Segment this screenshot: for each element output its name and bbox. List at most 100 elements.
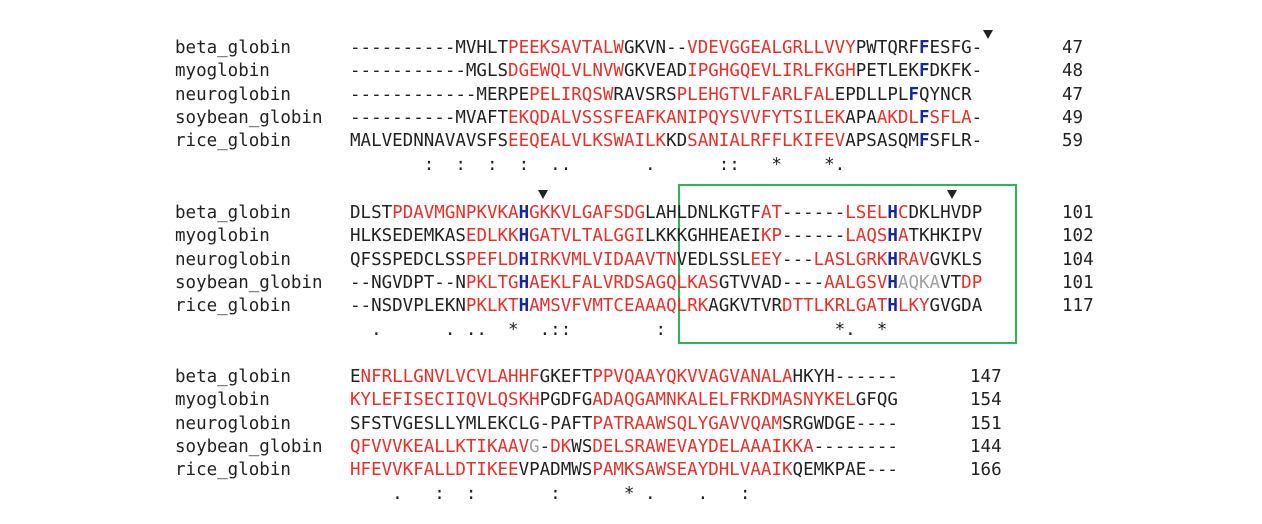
residue-segment: PATRAAWSQLYGAVVQAM [592, 413, 782, 434]
residue-segment: QEMKPAE--- [792, 460, 898, 481]
residue-segment: SFLA [929, 107, 972, 128]
sequence-name: myoglobin [175, 226, 270, 247]
residue-segment: G [529, 436, 540, 457]
residue-segment: DK [550, 436, 572, 457]
residue-segment: - [539, 436, 551, 457]
residue-segment: EKQDALVSSSFEAFKA [508, 107, 677, 128]
residue-segment: APA [845, 107, 877, 128]
residue-segment: H [518, 296, 530, 317]
residue-segment: AGQLKAS [645, 272, 719, 293]
sequence-residues: ------------MERPEPELIRQSWRAVSRSPLEHGTVLF… [350, 85, 972, 105]
sequence-residues: ----------MVAFTEKQDALVSSSFEAFKANIPQYSVVF… [350, 108, 982, 128]
residue-segment: PELIRQSW [529, 84, 614, 105]
residue-segment: F [918, 107, 930, 128]
residue-segment: NFRLLGNVLVCVLAHHF [360, 367, 540, 387]
residue-segment: VEDLSSL [676, 249, 751, 270]
sequence-residues: MALVEDNNAVAVSFSEEQEALVLKSWAILKKDSANIALRF… [350, 131, 982, 151]
sequence-position-number: 166 [970, 460, 1002, 481]
residue-segment: MALVEDNNAVAVSFS [350, 131, 509, 152]
residue-segment: F [918, 38, 930, 58]
residue-segment: EDLKK [465, 226, 519, 247]
residue-segment: - [971, 107, 983, 128]
sequence-name: beta_globin [175, 367, 291, 387]
sequence-name: rice_globin [175, 131, 291, 152]
residue-segment: ----------MVAFT [350, 107, 509, 128]
sequence-residues: DLSTPDAVMGNPKVKAHGKKVLGAFSDGLAHLDNLKGTFA… [350, 203, 982, 223]
residue-segment: H [887, 249, 898, 270]
residue-segment: H [887, 203, 898, 223]
sequence-position-number: 48 [1062, 61, 1084, 82]
residue-segment: PPVQAAYQKVVAGVANALA [592, 367, 793, 387]
marker-triangle-icon [983, 30, 993, 39]
sequence-name: soybean_globin [175, 436, 323, 457]
sequence-position-number: 49 [1062, 107, 1084, 128]
sequence-position-number: 47 [1062, 84, 1084, 105]
residue-segment: AEKLFALVRDS [529, 272, 646, 293]
residue-segment: HKYH------ [792, 367, 898, 387]
residue-segment: SFLR- [929, 131, 983, 152]
sequence-name: beta_globin [175, 203, 291, 223]
residue-segment: GATVLTALGGI [529, 226, 646, 247]
residue-segment: PGDFG [539, 390, 593, 411]
residue-segment: AALGSV [824, 272, 888, 293]
residue-segment: AQKA [897, 272, 941, 293]
residue-segment: GKKVLGAFSDG [529, 203, 646, 223]
residue-segment: EEY [750, 249, 783, 270]
residue-segment: AAQLRK [645, 296, 709, 317]
residue-segment: A [897, 226, 909, 247]
sequence-position-number: 147 [970, 367, 1002, 387]
sequence-alignment: beta_globin ----------MVHLTPEEKSAVTALWGKV… [0, 0, 1262, 524]
sequence-position-number: 117 [1062, 296, 1094, 317]
residue-segment: PWTQRF [855, 38, 919, 58]
residue-segment: GTVVAD---- [718, 272, 825, 293]
sequence-position-number: 101 [1062, 203, 1094, 223]
residue-segment: -------- [813, 436, 898, 457]
sequence-name: rice_globin [175, 296, 291, 317]
sequence-residues: KYLEFISECIIQVLQSKHPGDFGADAQGAMNKALELFRKD… [350, 390, 898, 410]
residue-segment: SRGWDGE---- [781, 413, 898, 434]
residue-segment: LSEL [845, 203, 888, 223]
sequence-residues: QFVVVKEALLKTIKAAVG-DKWSDELSRAWEVAYDELAAA… [350, 437, 898, 457]
sequence-residues: --NSDVPLEKNPKLKTHAMSVFVMTCEAAAQLRKAGKVTV… [350, 296, 982, 316]
residue-segment: DTTLKRLGAT [782, 296, 888, 317]
residue-segment: --- [782, 249, 814, 270]
residue-segment: GKEFT [539, 367, 593, 387]
residue-segment: H [518, 249, 530, 270]
residue-segment: IPGHGQEVLIRLFKGH [687, 61, 856, 82]
residue-segment: LASLGRK [813, 249, 888, 270]
sequence-position-number: 154 [970, 390, 1002, 411]
residue-segment: KP [760, 226, 783, 247]
residue-segment: ------ [782, 226, 846, 247]
residue-segment: SANIALRFFLKIFEV [687, 131, 846, 152]
residue-segment: --NGVDPT--N [350, 272, 466, 293]
residue-segment: AKDL [876, 107, 919, 128]
residue-segment: KYLEFISECIIQVLQSKH [350, 390, 540, 411]
residue-segment: VT [940, 272, 962, 293]
residue-segment: RAV [897, 249, 930, 270]
residue-segment: --NSDVPLEKN [350, 296, 466, 317]
marker-triangle-icon [538, 190, 548, 199]
sequence-name: myoglobin [175, 61, 270, 82]
residue-segment: GKVN-- [623, 38, 688, 58]
residue-segment: QFVVVKEALLKTIKAAV [350, 436, 530, 457]
residue-segment: GKVEAD [623, 61, 688, 82]
residue-segment: LAQS [845, 226, 888, 247]
residue-segment: NIPQYSVVFYTSILEK [676, 107, 846, 128]
residue-segment: F [918, 131, 930, 152]
residue-segment: RAVSRS [613, 84, 677, 105]
residue-segment: ------ [782, 203, 846, 223]
residue-segment: DLST [350, 203, 393, 223]
residue-segment: -----------MGLS [350, 61, 509, 82]
residue-segment: PEFLD [465, 249, 519, 270]
residue-segment: C [897, 203, 909, 223]
residue-segment: VDEVGGEALGRLLVVY [687, 38, 856, 58]
sequence-residues: -----------MGLSDGEWQLVLNVWGKVEADIPGHGQEV… [350, 61, 982, 81]
sequence-position-number: 47 [1062, 38, 1084, 58]
sequence-name: neuroglobin [175, 413, 291, 434]
residue-segment: PLEHGTVLFARLFAL [676, 84, 835, 105]
residue-segment: GFQG [855, 390, 898, 411]
sequence-position-number: 151 [970, 413, 1002, 434]
residue-segment: WS [571, 436, 593, 457]
residue-segment: F [908, 84, 919, 105]
residue-segment: EPDLLPL [834, 84, 909, 105]
